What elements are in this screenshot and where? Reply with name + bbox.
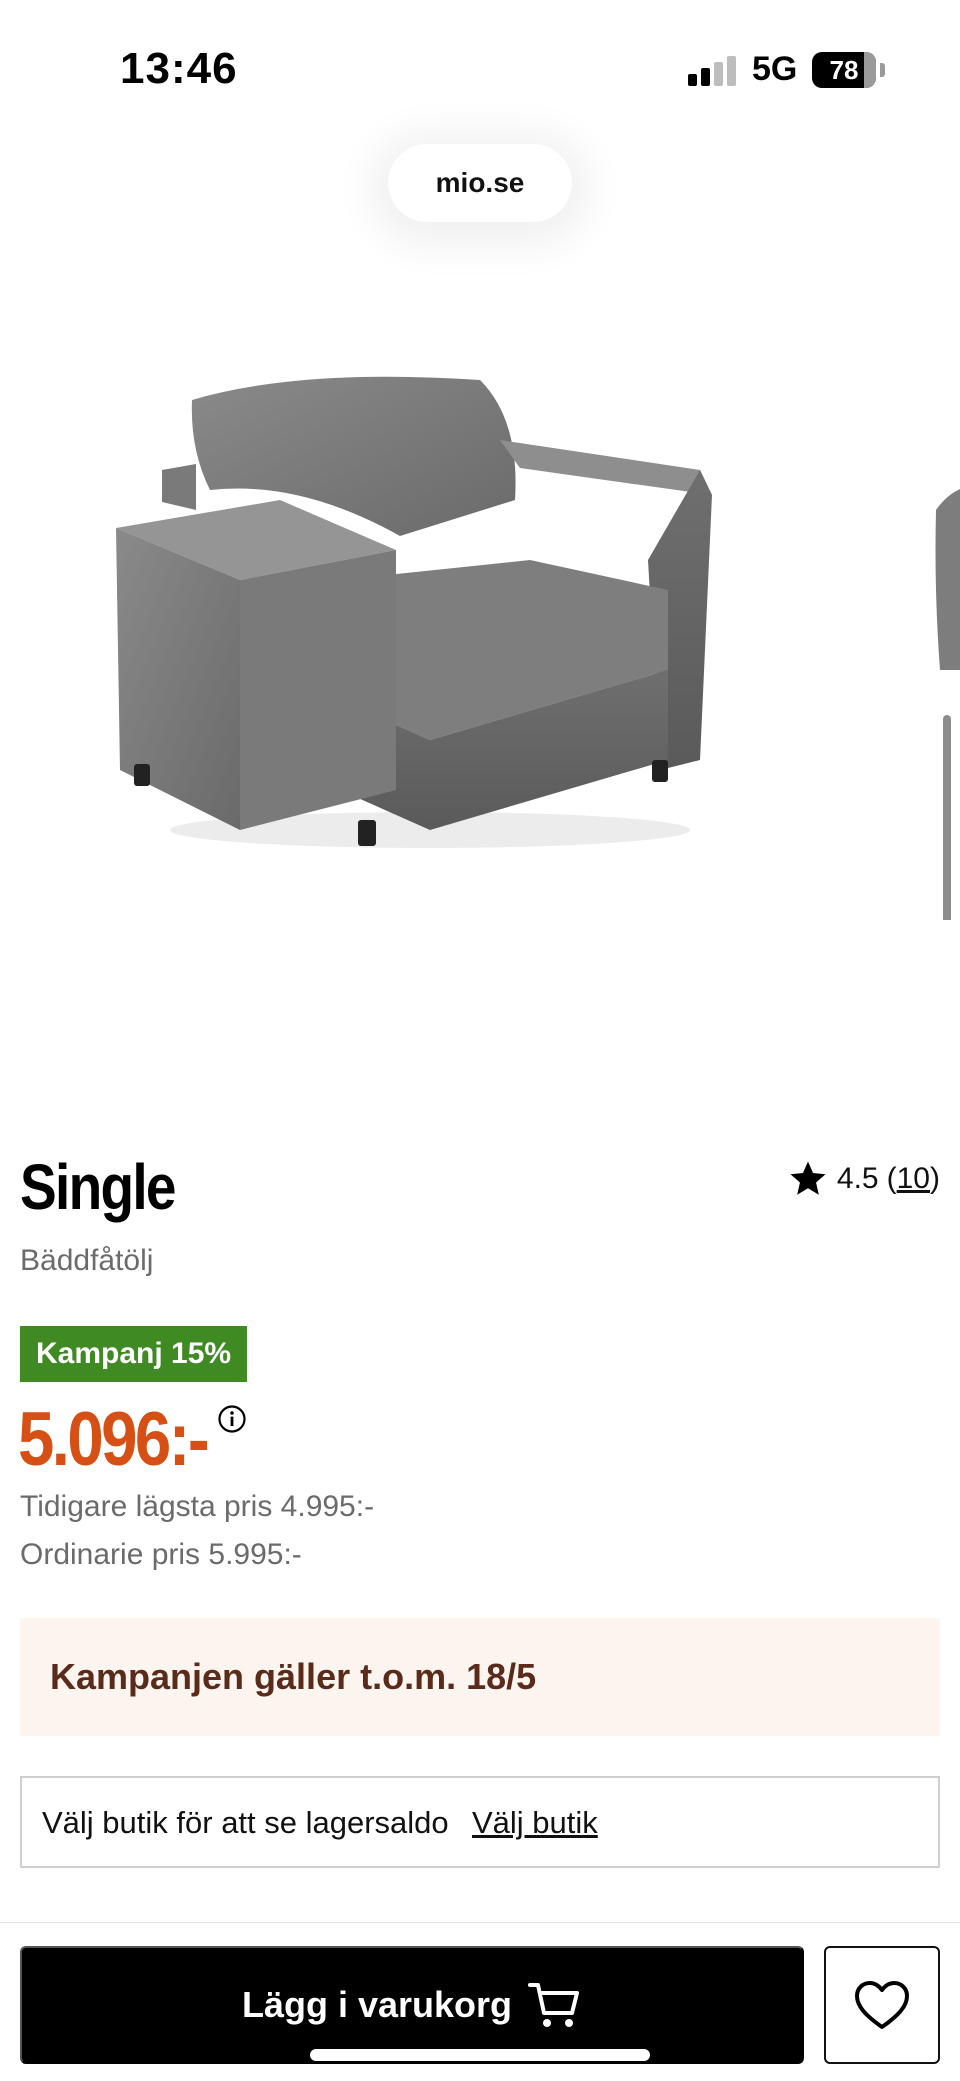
battery-level: 78	[829, 55, 859, 85]
product-rating[interactable]: 4.5 (10)	[787, 1158, 940, 1200]
product-image[interactable]	[100, 360, 740, 860]
product-title: Single	[20, 1151, 177, 1223]
rating-value: 4.5	[836, 1162, 879, 1195]
info-icon[interactable]	[217, 1404, 247, 1434]
product-price: 5.096:-	[18, 1397, 210, 1482]
status-time: 13:46	[120, 44, 238, 93]
rating-paren-open: (	[886, 1162, 897, 1195]
choose-store-link[interactable]: Välj butik	[472, 1805, 598, 1841]
product-image-carousel[interactable]	[0, 300, 960, 920]
lowest-previous-price: Tidigare lägsta pris 4.995:-	[20, 1490, 375, 1523]
status-bar: 13:46 5G 78	[0, 0, 960, 120]
wishlist-button[interactable]	[824, 1946, 940, 2064]
star-icon	[790, 1161, 826, 1195]
heart-icon	[855, 1981, 909, 2029]
carousel-scrollbar[interactable]	[943, 715, 951, 920]
add-to-cart-button[interactable]: Lägg i varukorg	[20, 1946, 804, 2064]
add-to-cart-label: Lägg i varukorg	[241, 1984, 513, 2025]
address-bar[interactable]: mio.se	[388, 144, 572, 222]
rating-paren-close: )	[930, 1162, 940, 1195]
rating-count-link[interactable]: 10	[897, 1162, 930, 1195]
rating-count-wrapper[interactable]: (10)	[887, 1162, 940, 1196]
network-type: 5G	[752, 50, 798, 88]
product-category: Bäddfåtölj	[20, 1244, 154, 1277]
next-product-image[interactable]	[930, 450, 960, 670]
campaign-text: Kampanjen gäller t.o.m. 18/5	[50, 1656, 537, 1697]
regular-price: Ordinarie pris 5.995:-	[20, 1538, 302, 1571]
signal-icon	[688, 56, 736, 86]
campaign-notice: Kampanjen gäller t.o.m. 18/5	[20, 1618, 940, 1736]
store-selector: Välj butik för att se lagersaldo Välj bu…	[20, 1776, 940, 1868]
promo-badge: Kampanj 15%	[20, 1326, 248, 1382]
home-indicator[interactable]	[310, 2049, 650, 2061]
bottom-action-bar: Lägg i varukorg	[0, 1922, 960, 2081]
cart-icon	[528, 1983, 580, 2027]
battery-icon: 78	[812, 52, 885, 88]
store-stock-text: Välj butik för att se lagersaldo	[42, 1805, 449, 1840]
